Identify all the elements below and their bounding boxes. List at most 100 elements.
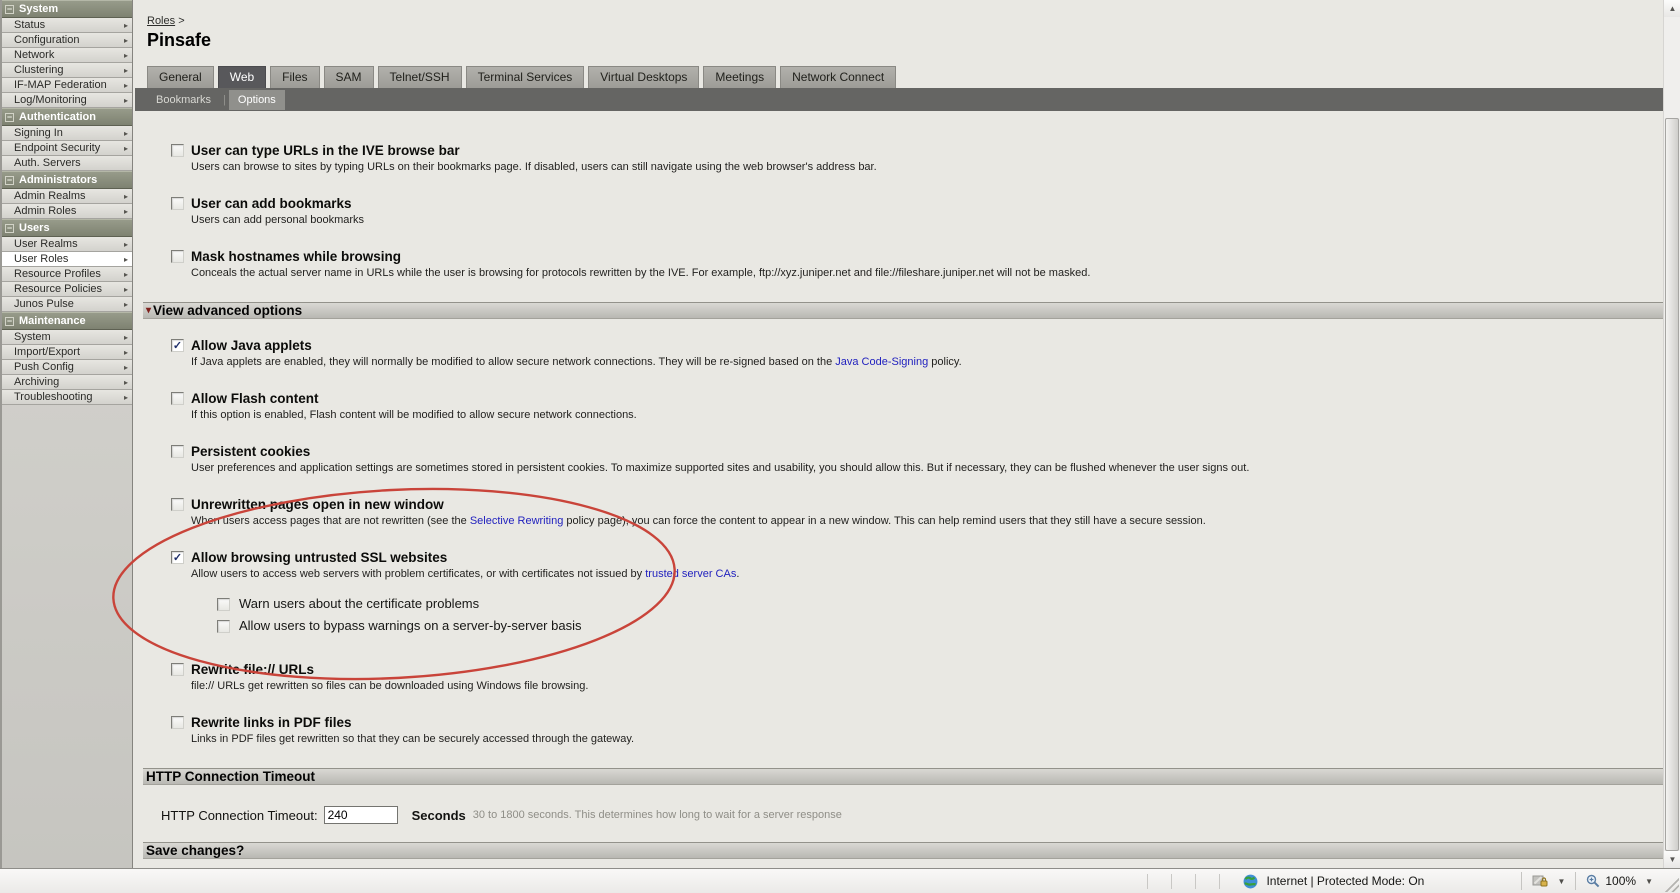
breadcrumb: Roles >: [147, 15, 1663, 27]
statusbar-divider: [1195, 873, 1197, 889]
option-body: Rewrite file:// URLs file:// URLs get rew…: [191, 662, 588, 693]
security-report-button[interactable]: ▼: [1532, 874, 1565, 888]
sidebar-section-header-system[interactable]: − System: [2, 0, 132, 18]
sidebar-item-resource-profiles[interactable]: Resource Profiles ▸: [2, 267, 132, 282]
scrollbar-thumb[interactable]: [1665, 118, 1679, 851]
scroll-up-icon[interactable]: ▲: [1664, 0, 1680, 17]
subtab-bookmarks[interactable]: Bookmarks: [147, 90, 220, 110]
option-body: Unrewritten pages open in new window When…: [191, 497, 1206, 528]
sidebar-item-system[interactable]: System ▸: [2, 330, 132, 345]
sidebar-item-user-realms[interactable]: User Realms ▸: [2, 237, 132, 252]
breadcrumb-roles-link[interactable]: Roles: [147, 15, 175, 27]
link-java-code-signing[interactable]: Java Code-Signing: [835, 356, 928, 368]
option-mask-hostnames-while-browsing: Mask hostnames while browsing Conceals th…: [171, 249, 1663, 280]
chevron-right-icon: ▸: [123, 284, 128, 294]
option-description: If Java applets are enabled, they will n…: [191, 356, 962, 369]
tab-network-connect[interactable]: Network Connect: [780, 66, 897, 88]
status-bar: Internet | Protected Mode: On ▼ 100% ▼: [0, 868, 1680, 893]
vertical-scrollbar[interactable]: ▲ ▼: [1663, 0, 1680, 868]
checkbox-persistent-cookies[interactable]: [171, 445, 184, 458]
option-user-can-add-bookmarks: User can add bookmarks Users can add pers…: [171, 196, 1663, 227]
sidebar-item-admin-roles[interactable]: Admin Roles ▸: [2, 204, 132, 219]
sidebar-section-header-users[interactable]: − Users: [2, 219, 132, 237]
resize-grip-icon: [1663, 876, 1679, 892]
option-title: Persistent cookies: [191, 444, 311, 459]
chevron-right-icon: ▸: [123, 392, 128, 402]
sidebar-item-endpoint-security[interactable]: Endpoint Security ▸: [2, 141, 132, 156]
sidebar-item-network[interactable]: Network ▸: [2, 48, 132, 63]
subtab-separator: |: [223, 93, 226, 106]
tab-general[interactable]: General: [147, 66, 214, 88]
tab-bar: General Web Files SAM Telnet/SSH Terminal Ser…: [147, 66, 1663, 88]
checkbox-allow-java-applets[interactable]: ✓: [171, 339, 184, 352]
sidebar-item-push-config[interactable]: Push Config ▸: [2, 360, 132, 375]
link-trusted-server-cas[interactable]: trusted server CAs: [645, 568, 736, 580]
collapse-icon: −: [5, 174, 14, 185]
http-timeout-header-label: HTTP Connection Timeout: [146, 769, 316, 784]
sidebar-item-log-monitoring[interactable]: Log/Monitoring ▸: [2, 93, 132, 108]
checkbox-allow-users-to-bypass-warnings-on-a-server-by-server-basis[interactable]: [217, 619, 230, 633]
sidebar-item-troubleshooting[interactable]: Troubleshooting ▸: [2, 390, 132, 405]
sidebar-item-label: User Realms: [14, 238, 78, 250]
sidebar-item-admin-realms[interactable]: Admin Realms ▸: [2, 189, 132, 204]
checkbox-rewrite-file-urls[interactable]: [171, 663, 184, 676]
chevron-right-icon: ▸: [123, 95, 128, 105]
sidebar-item-signing-in[interactable]: Signing In ▸: [2, 126, 132, 141]
sidebar-item-user-roles[interactable]: User Roles ▸: [2, 252, 132, 267]
tab-sam[interactable]: SAM: [323, 66, 374, 88]
chevron-right-icon: ▸: [123, 143, 128, 153]
sidebar-item-import-export[interactable]: Import/Export ▸: [2, 345, 132, 360]
option-description: Allow users to access web servers with p…: [191, 568, 739, 581]
sidebar-item-auth-servers[interactable]: Auth. Servers: [2, 156, 132, 171]
tab-files[interactable]: Files: [270, 66, 320, 88]
tab-web[interactable]: Web: [217, 66, 267, 88]
http-timeout-input[interactable]: [323, 806, 398, 824]
caret-down-icon: ▼: [1645, 876, 1653, 886]
checkbox-warn-users-about-the-certificate-problems[interactable]: [217, 597, 230, 611]
tab-telnet-ssh[interactable]: Telnet/SSH: [377, 66, 462, 88]
sidebar-item-configuration[interactable]: Configuration ▸: [2, 33, 132, 48]
tab-virtual-desktops[interactable]: Virtual Desktops: [588, 66, 700, 88]
options-content: User can type URLs in the IVE browse bar…: [135, 143, 1663, 868]
sidebar-section-header-maintenance[interactable]: − Maintenance: [2, 312, 132, 330]
tab-meetings[interactable]: Meetings: [703, 66, 777, 88]
zoom-control[interactable]: 100% ▼: [1586, 874, 1653, 888]
checkbox-unrewritten-pages-open-in-new-window[interactable]: [171, 498, 184, 511]
option-title: Mask hostnames while browsing: [191, 249, 402, 264]
option-title: Allow Flash content: [191, 391, 319, 406]
sidebar-item-status[interactable]: Status ▸: [2, 18, 132, 33]
sidebar-item-junos-pulse[interactable]: Junos Pulse ▸: [2, 297, 132, 312]
option-allow-java-applets: ✓ Allow Java applets If Java applets are e…: [171, 338, 1663, 369]
sidebar-item-archiving[interactable]: Archiving ▸: [2, 375, 132, 390]
sidebar-item-label: Status: [14, 19, 46, 31]
checkbox-allow-flash-content[interactable]: [171, 392, 184, 405]
scroll-down-icon[interactable]: ▼: [1664, 851, 1680, 868]
link-selective-rewriting[interactable]: Selective Rewriting: [470, 515, 564, 527]
chevron-right-icon: ▸: [123, 332, 128, 342]
description-text: Allow users to access web servers with p…: [191, 568, 646, 580]
http-timeout-hint: 30 to 1800 seconds. This determines how …: [472, 809, 842, 821]
sidebar-section-header-administrators[interactable]: − Administrators: [2, 171, 132, 189]
option-rewrite-file-urls: Rewrite file:// URLs file:// URLs get rew…: [171, 662, 1663, 693]
tab-terminal-services[interactable]: Terminal Services: [465, 66, 585, 88]
sidebar-item-label: System: [14, 331, 51, 343]
checkbox-mask-hostnames-while-browsing[interactable]: [171, 250, 184, 263]
http-timeout-label: HTTP Connection Timeout:: [161, 807, 318, 823]
description-text: If this option is enabled, Flash content…: [191, 409, 637, 421]
chevron-right-icon: ▸: [123, 239, 128, 249]
checkbox-allow-browsing-untrusted-ssl-websites[interactable]: ✓: [171, 551, 184, 564]
subtab-options[interactable]: Options: [228, 89, 285, 110]
checkbox-user-can-type-urls-in-the-ive-browse-bar[interactable]: [171, 144, 184, 157]
sidebar-item-label: Log/Monitoring: [14, 94, 87, 106]
subtab-bar: Bookmarks | Options: [135, 88, 1663, 111]
checkbox-rewrite-links-in-pdf-files[interactable]: [171, 716, 184, 729]
checkbox-user-can-add-bookmarks[interactable]: [171, 197, 184, 210]
sidebar-item-resource-policies[interactable]: Resource Policies ▸: [2, 282, 132, 297]
sidebar-section-title: Users: [19, 222, 50, 234]
sidebar-item-if-map-federation[interactable]: IF-MAP Federation ▸: [2, 78, 132, 93]
sidebar-item-clustering[interactable]: Clustering ▸: [2, 63, 132, 78]
statusbar-divider: [1219, 873, 1221, 889]
sidebar-section-header-authentication[interactable]: − Authentication: [2, 108, 132, 126]
option-title: Rewrite file:// URLs: [191, 662, 315, 677]
advanced-options-toggle[interactable]: ▾ View advanced options: [143, 302, 1663, 319]
